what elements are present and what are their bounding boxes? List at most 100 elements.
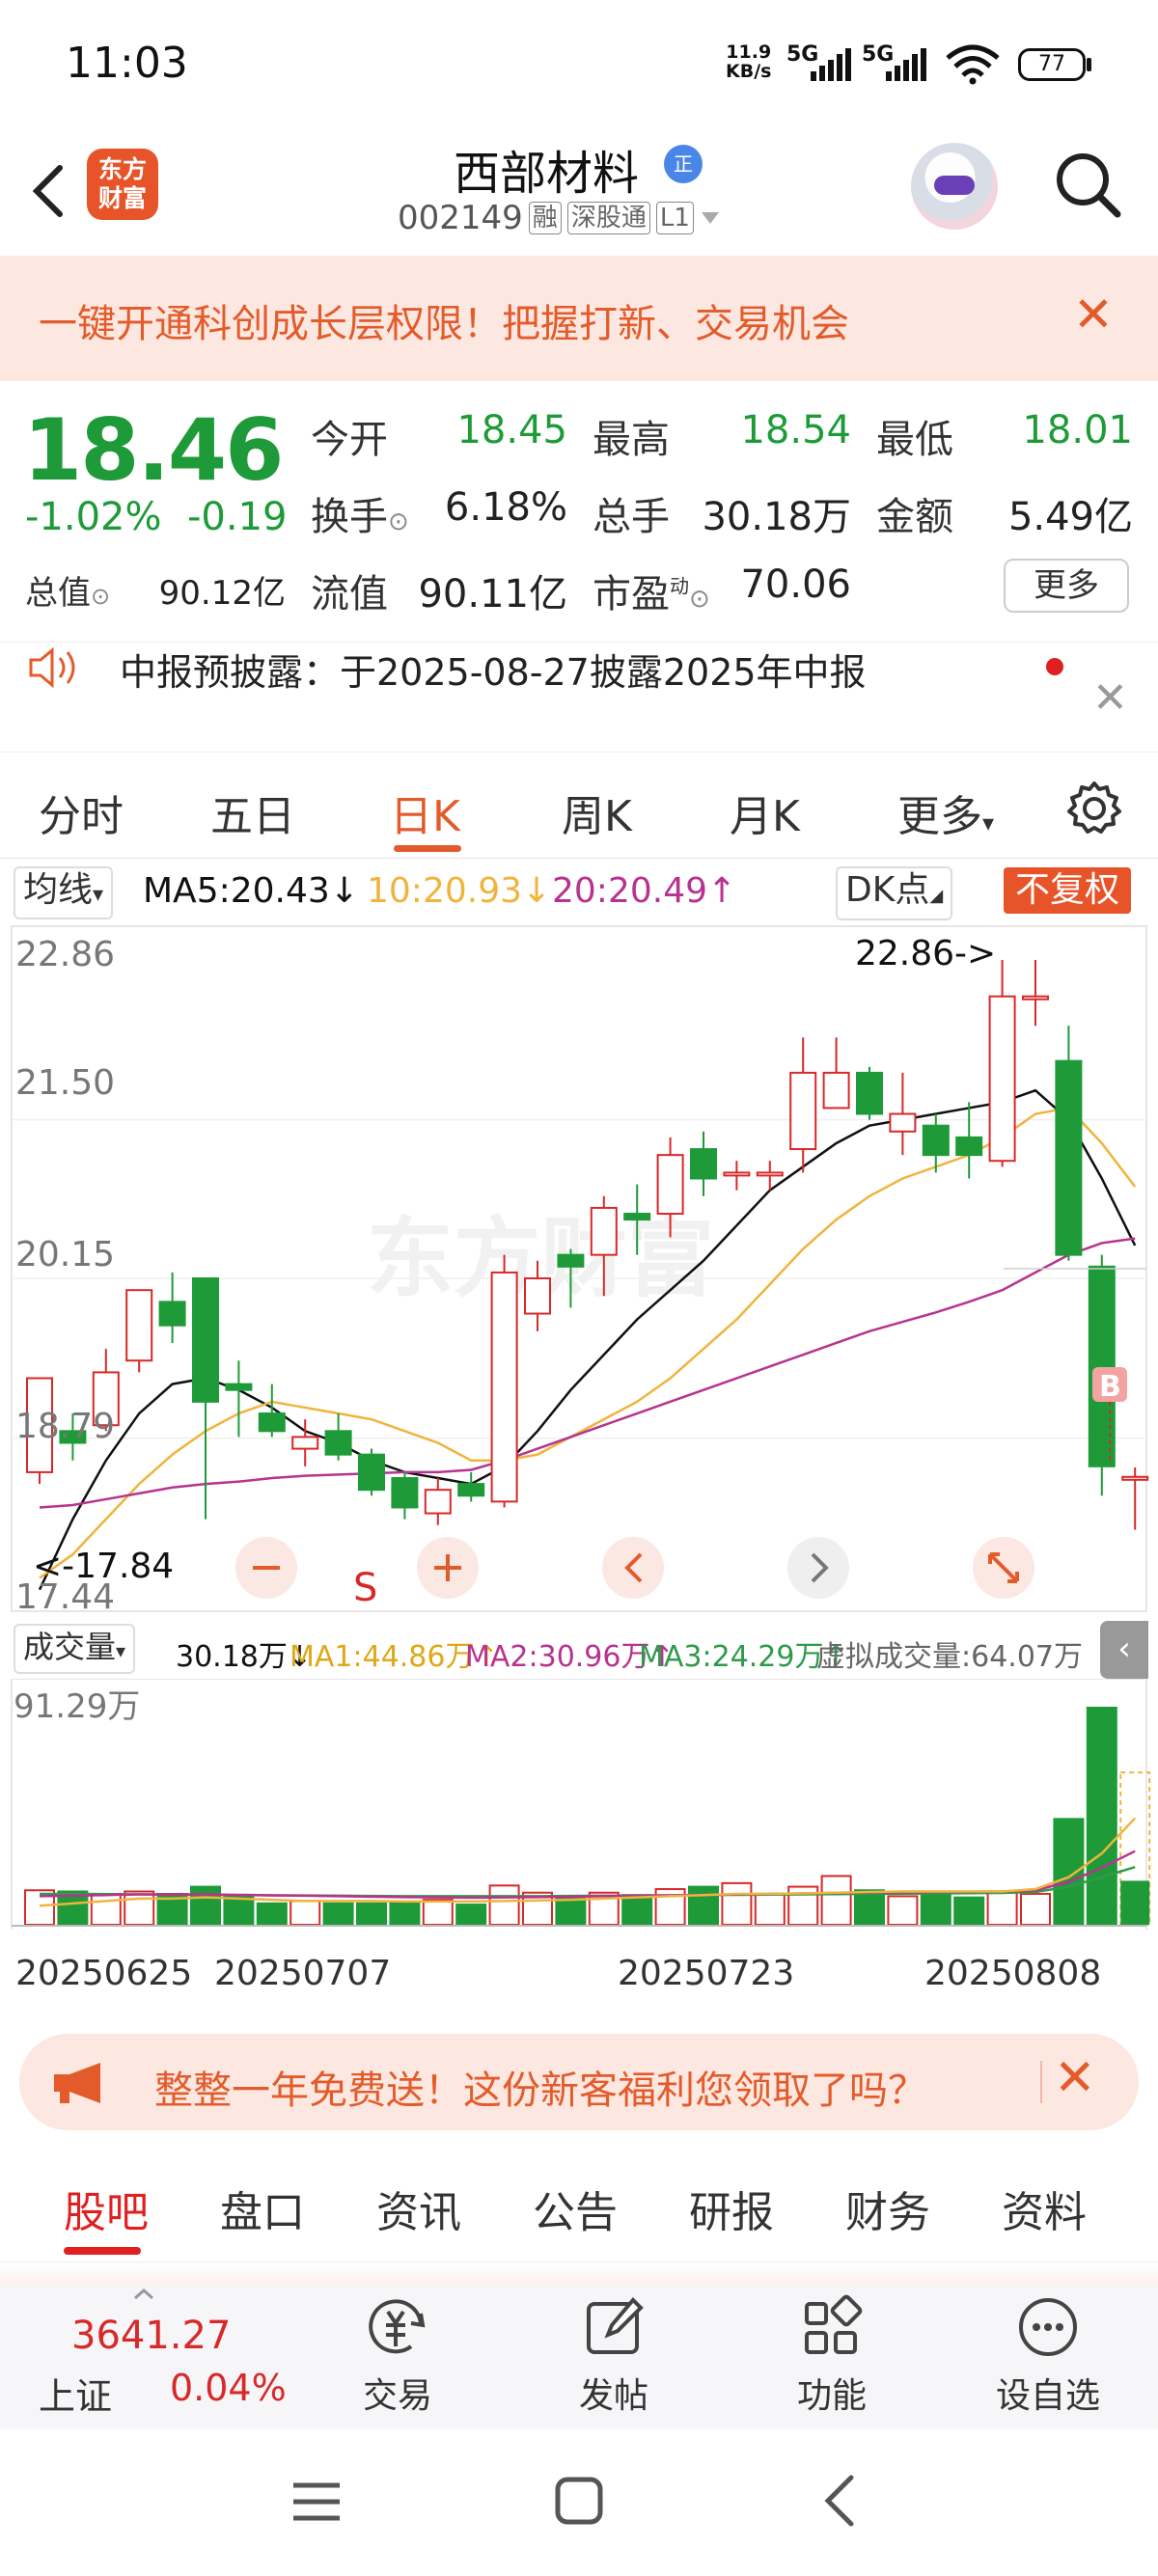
volume-bar <box>256 1902 288 1927</box>
app-logo: 东方 财富 <box>87 149 158 220</box>
notice-bar[interactable]: 中报预披露：于2025-08-27披露2025年中报 ✕ <box>0 642 1158 753</box>
float-label: 流值 <box>311 572 388 617</box>
pan-right-button[interactable] <box>787 1537 849 1599</box>
add-watchlist-button[interactable]: 设自选 <box>980 2294 1116 2418</box>
tab-announcements[interactable]: 公告 <box>533 2178 618 2239</box>
candle-body <box>590 1206 618 1256</box>
info-icon: ⊙ <box>388 507 409 536</box>
volume-selector[interactable]: 成交量▾ <box>14 1624 136 1674</box>
tab-financials[interactable]: 财务 <box>845 2178 930 2239</box>
mktcap-value: 90.12亿 <box>158 574 286 613</box>
clock: 11:03 <box>66 39 188 88</box>
high-value: 18.54 <box>740 408 851 452</box>
ma-selector[interactable]: 均线▾ <box>14 866 114 919</box>
active-tab-indicator <box>394 845 461 852</box>
speaker-icon <box>29 646 75 689</box>
tab-intraday[interactable]: 分时 <box>39 781 124 843</box>
info-icon: ⊙ <box>689 585 710 614</box>
volume-bar <box>1020 1892 1051 1926</box>
virtual-volume: 虚拟成交量:64.07万 <box>816 1640 1083 1674</box>
active-tab-indicator <box>64 2247 141 2255</box>
chevron-up-icon <box>134 2288 153 2300</box>
volume-chart[interactable]: 91.29万 20250625 20250707 20250723 202508… <box>0 1679 1158 2016</box>
home-icon[interactable] <box>554 2476 604 2526</box>
more-dots-icon <box>1019 2298 1077 2356</box>
tab-more[interactable]: 更多▾ <box>897 781 994 843</box>
notice-text[interactable]: 中报预披露：于2025-08-27披露2025年中报 <box>120 643 867 696</box>
candle-body <box>524 1277 551 1315</box>
volume-bar <box>688 1885 719 1926</box>
tab-research[interactable]: 研报 <box>689 2178 774 2239</box>
menu-icon[interactable] <box>290 2478 344 2526</box>
unread-dot <box>1046 658 1063 675</box>
tab-weekly-k[interactable]: 周K <box>562 781 632 843</box>
new-user-promo[interactable]: 整整一年免费送！这份新客福利您领取了吗？ ✕ <box>19 2034 1139 2130</box>
candle-body <box>391 1477 419 1509</box>
low-label: 最低 <box>876 418 953 462</box>
candle-body <box>125 1289 153 1362</box>
zoom-in-button[interactable] <box>417 1537 479 1599</box>
collapse-tab-chevron-icon[interactable]: ‹ <box>1100 1621 1148 1679</box>
kline-tabs: 分时 五日 日K 周K 月K 更多▾ <box>0 753 1158 859</box>
index-name: 上证 <box>39 2375 113 2418</box>
candle-body <box>1022 995 1049 1000</box>
volume-bar <box>887 1895 919 1926</box>
back-arrow-icon[interactable] <box>25 162 73 220</box>
trade-button[interactable]: 交易 <box>330 2294 465 2418</box>
date-label-4: 20250808 <box>924 1954 1101 1993</box>
post-button[interactable]: 发帖 <box>546 2294 681 2418</box>
candle-body <box>291 1436 319 1450</box>
tab-daily-k[interactable]: 日K <box>390 781 460 843</box>
promo-text[interactable]: 一键开通科创成长层权限！把握打新、交易机会 <box>39 292 849 348</box>
candlestick-chart[interactable]: 东方财富 22.86 21.50 20.15 18.79 17.44 22.86… <box>0 921 1158 1616</box>
tab-news[interactable]: 资讯 <box>376 2178 461 2239</box>
edit-icon <box>587 2297 644 2354</box>
search-icon[interactable] <box>1048 145 1125 222</box>
gear-icon[interactable] <box>1065 780 1123 837</box>
adjust-mode-button[interactable]: 不复权 <box>1004 867 1132 914</box>
min-price-marker: <-17.84 <box>33 1547 174 1586</box>
functions-button[interactable]: 功能 <box>764 2294 899 2418</box>
tab-monthly-k[interactable]: 月K <box>730 781 800 843</box>
tab-forum[interactable]: 股吧 <box>64 2178 149 2239</box>
high-label: 最高 <box>593 418 670 462</box>
volume-bar <box>621 1894 653 1927</box>
connect-tag: 深股通 <box>566 202 650 234</box>
promo2-text[interactable]: 整整一年免费送！这份新客福利您领取了吗？ <box>154 2059 926 2115</box>
dk-point-selector[interactable]: DK点◢ <box>836 866 953 920</box>
margin-tag: 融 <box>528 202 562 234</box>
volume-bar <box>322 1902 354 1927</box>
stock-code-line[interactable]: 002149 融 深股通 L1 <box>398 199 721 237</box>
battery-icon: 77 <box>1018 48 1086 81</box>
y-label-3: 20.15 <box>15 1235 115 1274</box>
tab-five-day[interactable]: 五日 <box>210 781 295 843</box>
pan-left-button[interactable] <box>602 1537 664 1599</box>
index-ticker[interactable]: 3641.27 上证 0.04% <box>0 2285 290 2429</box>
candle-body <box>192 1277 219 1403</box>
back-icon[interactable] <box>820 2474 859 2528</box>
volume-bar <box>1086 1707 1117 1926</box>
tab-order-book[interactable]: 盘口 <box>220 2178 305 2239</box>
float-value: 90.11亿 <box>418 572 567 617</box>
volume-bar <box>920 1890 951 1927</box>
amount-label: 金额 <box>876 495 953 539</box>
assistant-robot-icon[interactable] <box>911 143 998 230</box>
more-button[interactable]: 更多 <box>1004 559 1129 613</box>
zoom-out-button[interactable] <box>235 1537 297 1599</box>
close-icon[interactable]: ✕ <box>1073 287 1114 343</box>
candle-body <box>424 1489 452 1515</box>
stock-code: 002149 <box>398 199 523 237</box>
promo-banner[interactable]: 一键开通科创成长层权限！把握打新、交易机会 ✕ <box>0 256 1158 381</box>
tab-profile[interactable]: 资料 <box>1002 2178 1087 2239</box>
open-value: 18.45 <box>456 408 567 452</box>
buy-signal: B <box>1099 1370 1121 1404</box>
candle-body <box>1055 1059 1083 1256</box>
close-icon[interactable]: ✕ <box>1092 673 1128 723</box>
volume-bar <box>820 1875 852 1926</box>
volume-bar <box>953 1896 985 1927</box>
max-price-marker: 22.86-> <box>855 934 996 973</box>
fullscreen-button[interactable] <box>973 1537 1034 1599</box>
close-icon[interactable]: ✕ <box>1054 2049 1096 2107</box>
corner-triangle-icon: ◢ <box>929 886 944 906</box>
net-speed: 11.9 KB/s <box>726 41 772 82</box>
